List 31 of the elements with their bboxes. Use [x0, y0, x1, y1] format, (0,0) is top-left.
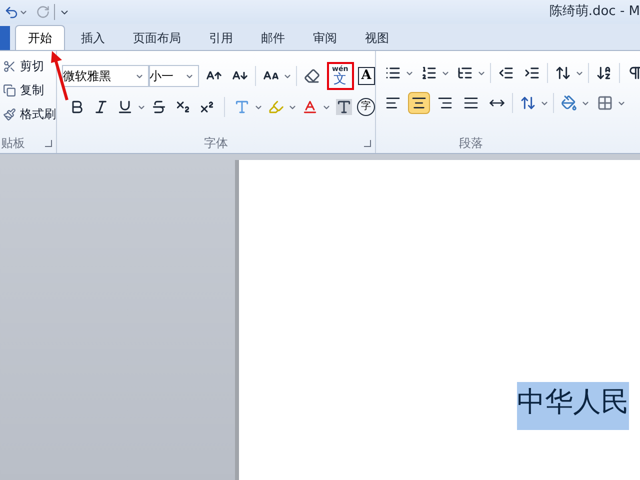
align-center-icon	[411, 95, 427, 111]
align-button[interactable]	[408, 92, 430, 114]
ribbon-tab[interactable]: 审阅	[301, 25, 349, 50]
clipboard-button[interactable]: 格式刷	[3, 105, 56, 123]
align-left-icon	[385, 95, 401, 111]
ribbon-tab[interactable]: 页面布局	[121, 25, 193, 50]
ribbon-tab[interactable]: 邮件	[249, 25, 297, 50]
ribbon-tab[interactable]: 引用	[197, 25, 245, 50]
enclose-character-button[interactable]: 字	[357, 98, 375, 116]
dialog-launcher-icon[interactable]	[45, 140, 52, 146]
copy-icon	[3, 84, 16, 96]
document-text: 中华人民	[517, 382, 629, 430]
ribbon-tab[interactable]: 视图	[353, 25, 401, 50]
ribbon-tab[interactable]: 插入	[69, 25, 117, 50]
window-title: 陈绮萌.doc - M	[549, 3, 640, 22]
font-name-field[interactable]: 微软雅黑	[62, 65, 149, 87]
clipboard-button[interactable]: 剪切	[3, 57, 44, 75]
character-border-button[interactable]: A	[358, 67, 375, 85]
group-label: 贴板	[1, 135, 25, 152]
align-right-icon	[437, 95, 453, 111]
scissors-icon	[3, 60, 16, 72]
group-label: 字体	[204, 135, 228, 152]
ribbon-tab[interactable]: 开始	[15, 25, 65, 50]
paintbrush-icon	[3, 108, 16, 120]
clipboard-button[interactable]: 复制	[3, 81, 44, 99]
undo-icon[interactable]	[4, 4, 19, 20]
dialog-launcher-icon[interactable]	[364, 140, 371, 146]
shading-icon[interactable]	[333, 96, 355, 118]
group-label: 段落	[459, 135, 483, 152]
font-size-field[interactable]: 小一	[148, 65, 199, 87]
justify-icon	[463, 95, 479, 111]
